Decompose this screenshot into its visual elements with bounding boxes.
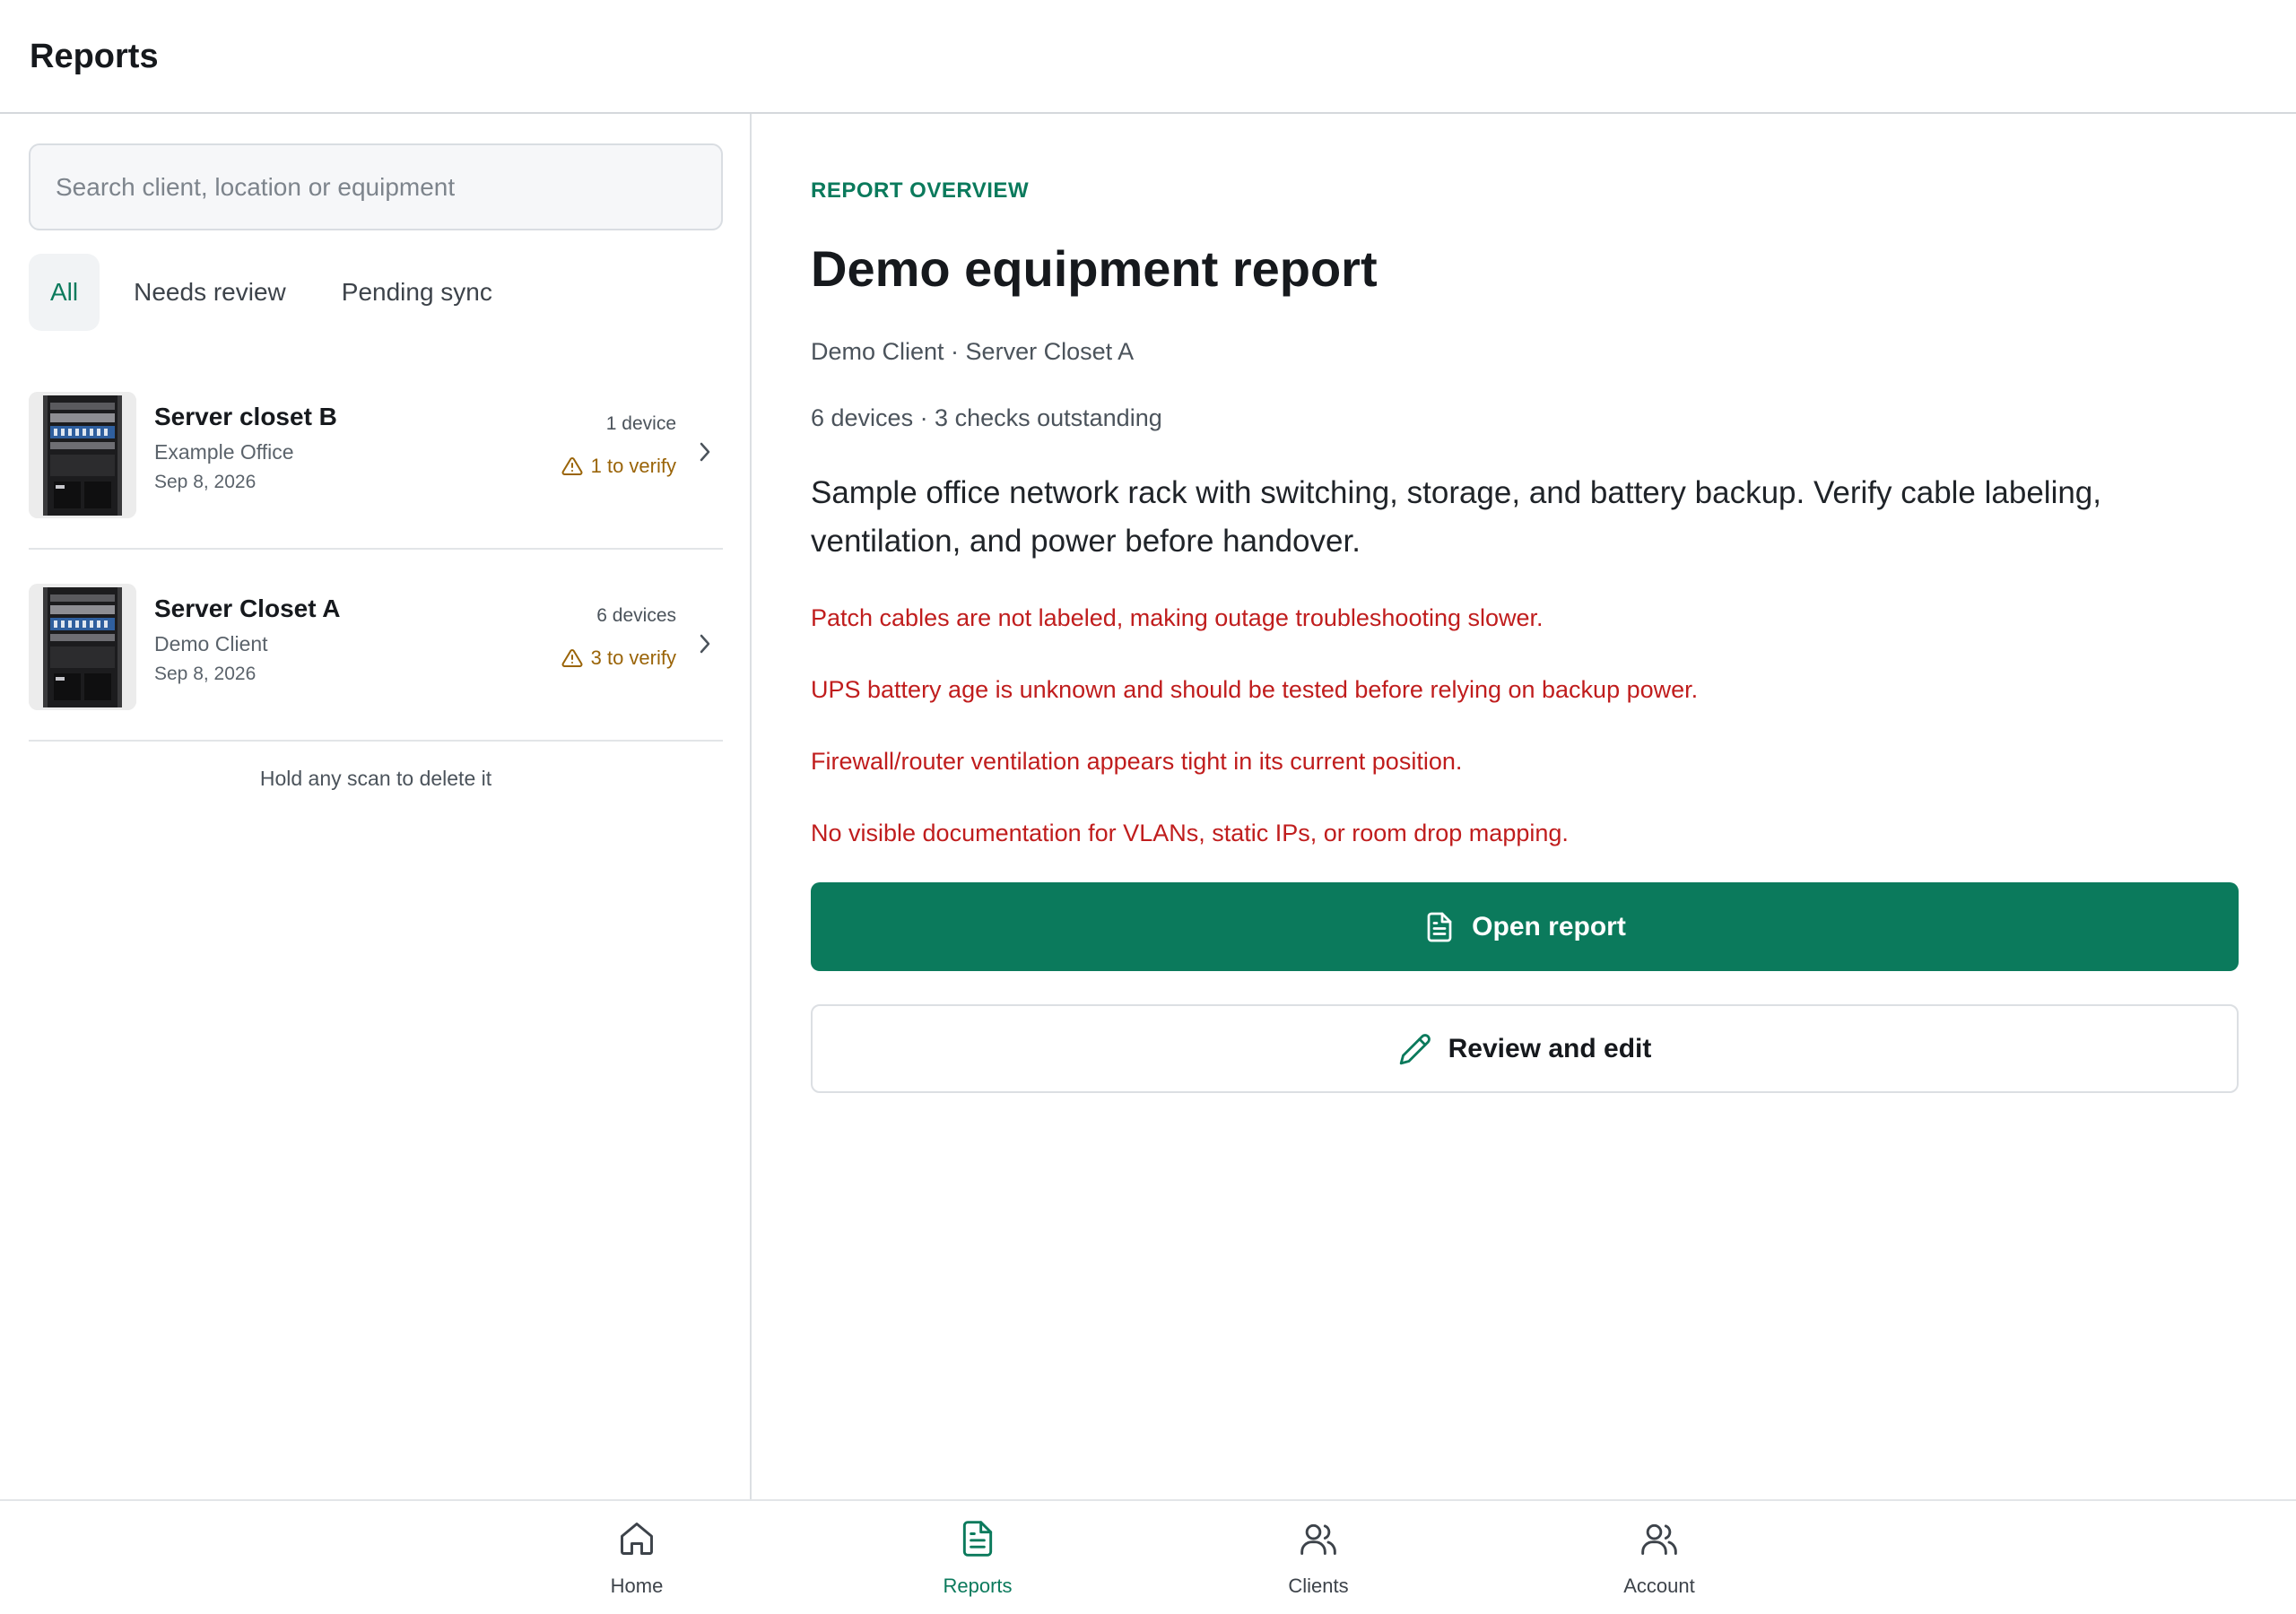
nav-home[interactable]: Home	[547, 1501, 726, 1614]
device-count: 6 devices	[596, 605, 676, 626]
chevron-right-icon	[700, 634, 710, 654]
filter-tab-all[interactable]: All	[29, 254, 100, 331]
report-counts: 6 devices · 3 checks outstanding	[811, 404, 1162, 431]
chevron-right-icon	[700, 442, 710, 462]
delete-hint: Hold any scan to delete it	[259, 767, 492, 790]
verify-badge: 3 to verify	[561, 646, 676, 670]
section-overline: REPORT OVERVIEW	[811, 178, 1030, 203]
nav-home-label: Home	[610, 1575, 664, 1597]
rack-thumbnail	[29, 584, 136, 710]
report-location: Demo Client · Server Closet A	[811, 338, 1135, 365]
nav-account[interactable]: Account	[1570, 1501, 1749, 1614]
warning-icon	[561, 648, 583, 667]
account-icon	[1641, 1523, 1677, 1555]
nav-reports[interactable]: Reports	[888, 1501, 1067, 1614]
report-title: Server closet B	[154, 403, 337, 430]
open-report-label: Open report	[1472, 911, 1626, 941]
review-edit-label: Review and edit	[1448, 1033, 1652, 1063]
issue-list: Patch cables are not labeled, making out…	[811, 596, 2228, 883]
issue-item: UPS battery age is unknown and should be…	[811, 676, 1699, 703]
document-icon	[1427, 912, 1452, 941]
report-list-item[interactable]: Server Closet A Demo Client Sep 8, 2026 …	[29, 550, 723, 742]
verify-count: 1 to verify	[590, 455, 676, 477]
report-title: Server Closet A	[154, 594, 341, 622]
nav-account-label: Account	[1623, 1575, 1695, 1597]
users-icon	[1300, 1523, 1336, 1555]
review-edit-button[interactable]: Review and edit	[811, 1004, 2239, 1093]
issue-item: Firewall/router ventilation appears tigh…	[811, 748, 1463, 775]
nav-clients[interactable]: Clients	[1229, 1501, 1408, 1614]
reports-list-pane: All Needs review Pending sync	[0, 114, 752, 1499]
filter-tabs: All Needs review Pending sync	[29, 254, 526, 331]
report-date: Sep 8, 2026	[154, 664, 257, 684]
document-icon	[962, 1521, 993, 1557]
report-client: Demo Client	[154, 632, 268, 655]
report-heading: Demo equipment report	[811, 240, 1378, 297]
search-box[interactable]	[29, 143, 723, 230]
report-description: Sample office network rack with switchin…	[811, 475, 2101, 559]
home-icon	[621, 1523, 653, 1555]
bottom-navigation: Home Reports Clients Account	[0, 1499, 2296, 1614]
issue-item: Patch cables are not labeled, making out…	[811, 604, 1544, 631]
report-list-item[interactable]: Server closet B Example Office Sep 8, 20…	[29, 358, 723, 550]
report-list: Server closet B Example Office Sep 8, 20…	[29, 358, 723, 742]
rack-thumbnail	[29, 392, 136, 518]
app-header: Reports	[0, 0, 2296, 114]
device-count: 1 device	[605, 413, 676, 434]
verify-count: 3 to verify	[590, 646, 676, 669]
report-detail-pane: REPORT OVERVIEW Demo equipment report De…	[811, 114, 2239, 1499]
warning-icon	[561, 456, 583, 475]
open-report-button[interactable]: Open report	[811, 882, 2239, 971]
nav-reports-label: Reports	[943, 1575, 1013, 1597]
nav-clients-label: Clients	[1288, 1575, 1349, 1597]
page-title: Reports	[30, 38, 159, 75]
pencil-icon	[1399, 1033, 1431, 1064]
filter-tab-pending-sync[interactable]: Pending sync	[320, 254, 514, 331]
report-date: Sep 8, 2026	[154, 472, 257, 492]
filter-tab-needs-review[interactable]: Needs review	[112, 254, 308, 331]
search-input[interactable]	[30, 145, 721, 229]
verify-badge: 1 to verify	[561, 455, 676, 478]
report-client: Example Office	[154, 440, 294, 464]
issue-item: No visible documentation for VLANs, stat…	[811, 820, 1569, 846]
